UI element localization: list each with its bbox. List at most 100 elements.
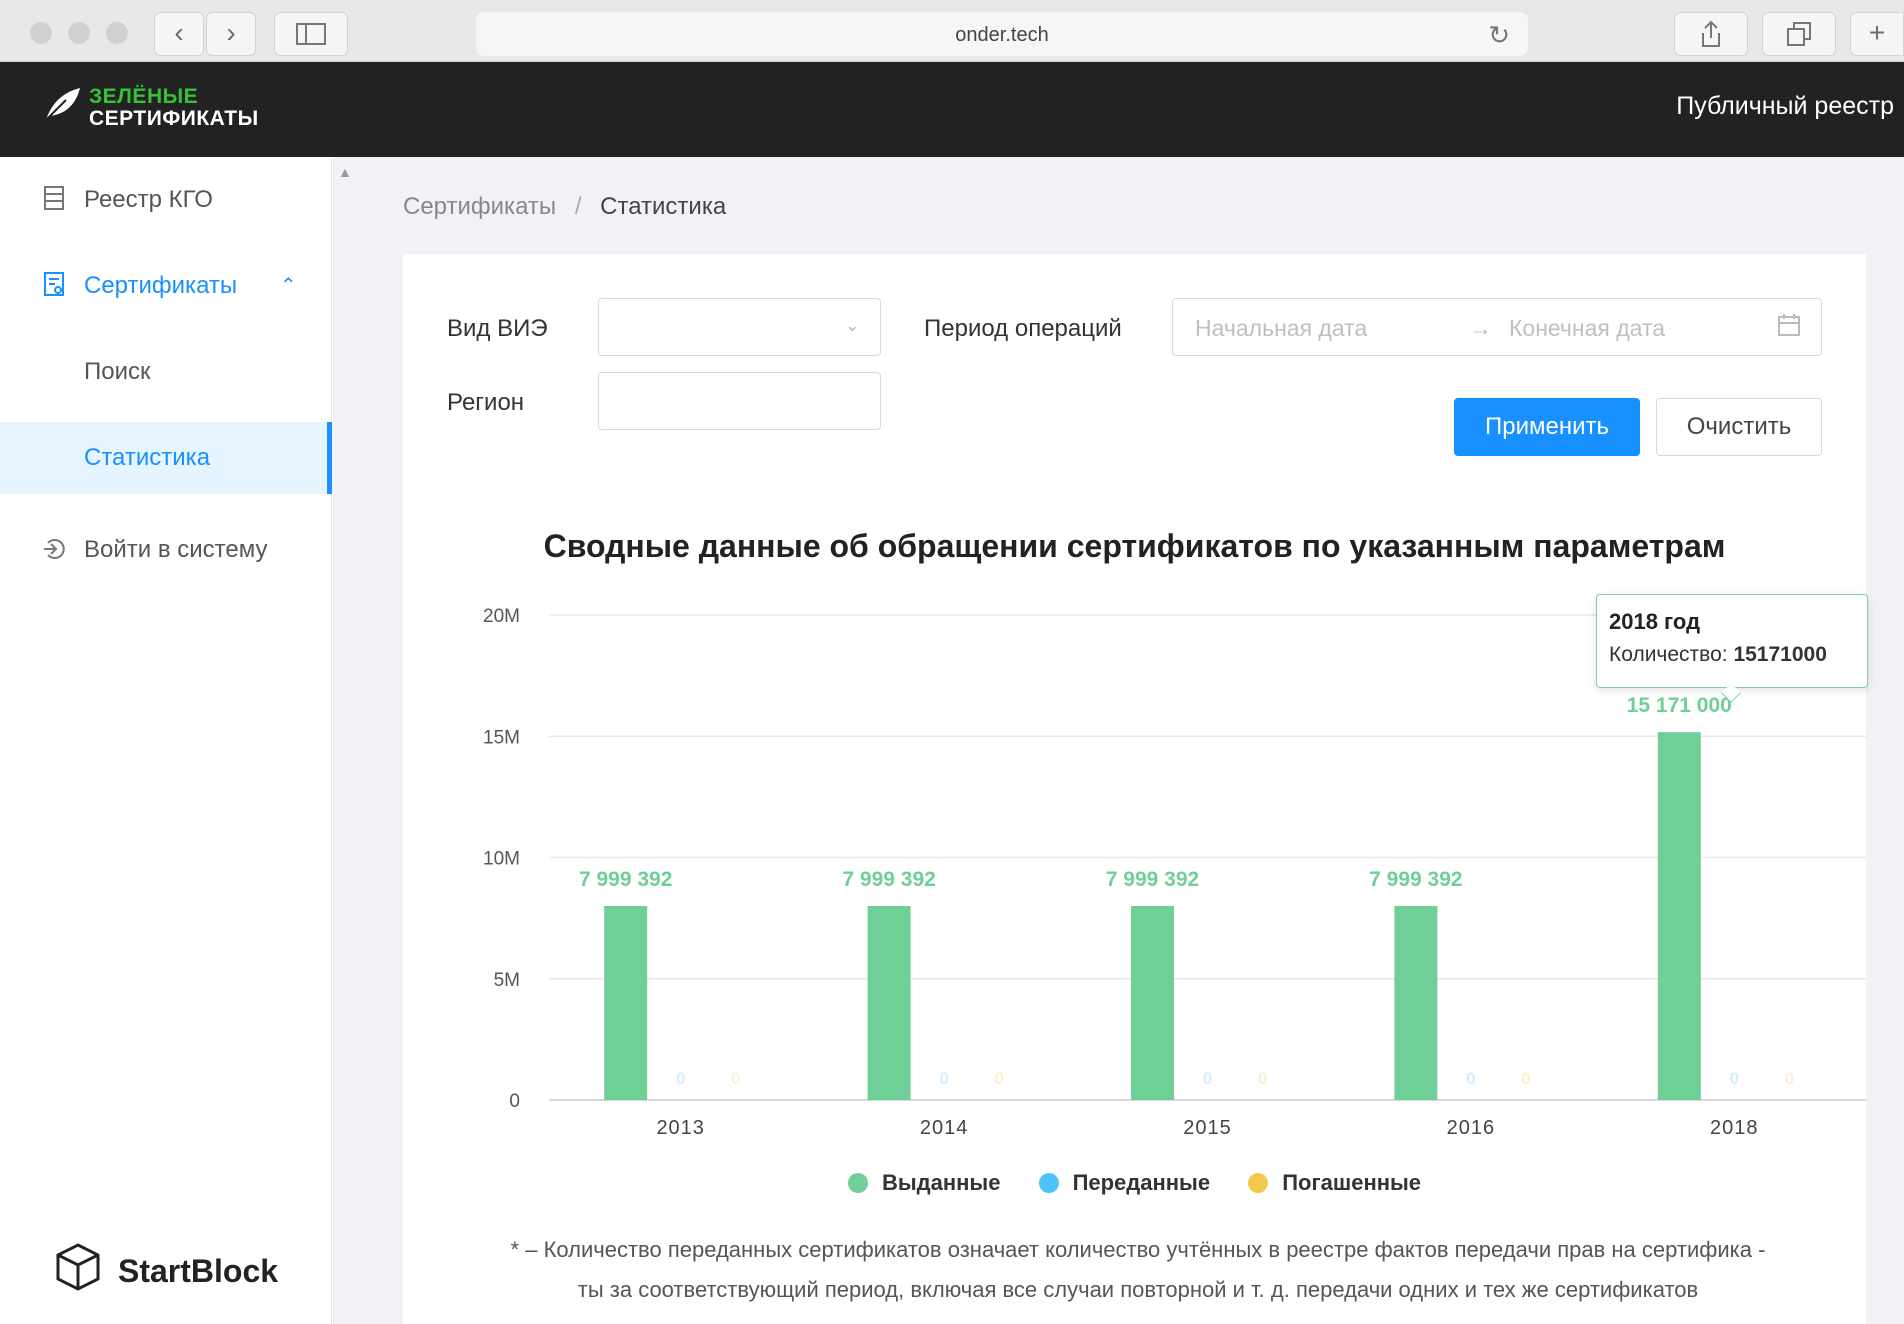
app-header: ЗЕЛЁНЫЕ СЕРТИФИКАТЫ Публичный реестр — [0, 62, 1904, 157]
legend-label: Выданные — [881, 1170, 1001, 1195]
breadcrumb-separator: / — [574, 193, 582, 220]
y-tick-label: 20M — [483, 606, 520, 627]
y-tick-label: 10M — [483, 849, 520, 870]
back-button[interactable]: ‹ — [154, 12, 204, 56]
region-input[interactable] — [598, 372, 881, 430]
data-label: 0 — [939, 1069, 948, 1088]
data-label: 0 — [994, 1069, 1003, 1088]
chart-bar — [1394, 906, 1438, 1100]
legend-item-transferred[interactable]: Переданные — [1038, 1170, 1211, 1196]
window-zoom-button[interactable] — [106, 22, 128, 44]
logo-text-white: СЕРТИФИКАТЫ — [89, 107, 259, 130]
chart-bar — [604, 906, 648, 1100]
plus-icon: + — [1868, 17, 1886, 48]
footnote: * – Количество переданных сертификатов о… — [433, 1230, 1843, 1310]
x-tick-label: 2014 — [920, 1117, 969, 1139]
clear-button[interactable]: Очистить — [1656, 398, 1822, 456]
chart-bar — [867, 906, 911, 1100]
footnote-line: ты за соответствующий период, включая вс… — [577, 1277, 1699, 1302]
legend-item-redeemed[interactable]: Погашенные — [1248, 1170, 1421, 1196]
chevron-up-icon: ⌃ — [280, 275, 297, 297]
start-date-input[interactable]: Начальная дата — [1195, 315, 1367, 342]
data-label: 7 999 392 — [579, 868, 672, 891]
new-tab-button[interactable]: + — [1850, 12, 1904, 56]
legend-item-issued[interactable]: Выданные — [847, 1170, 1001, 1196]
scroll-up-icon[interactable]: ▲ — [338, 164, 352, 180]
data-label: 0 — [676, 1069, 685, 1088]
data-label: 0 — [1785, 1069, 1794, 1088]
share-icon — [1702, 20, 1720, 47]
tooltip-title: 2018 год — [1609, 609, 1701, 634]
sidebar-item-label: Реестр КГО — [84, 186, 213, 213]
legend-dot-icon — [1038, 1173, 1059, 1193]
tooltip-value: 15171000 — [1733, 643, 1827, 666]
data-label: 0 — [1203, 1069, 1212, 1088]
chart-legend: Выданные Переданные Погашенные — [403, 1170, 1866, 1196]
tooltip-row: Количество: 15171000 — [1609, 643, 1855, 667]
window-minimize-button[interactable] — [68, 22, 90, 44]
chart-bar — [1131, 906, 1174, 1100]
legend-label: Переданные — [1072, 1170, 1211, 1195]
range-arrow-icon: → — [1469, 315, 1492, 341]
calendar-icon — [1778, 314, 1800, 336]
type-label: Вид ВИЭ — [447, 315, 548, 342]
share-button[interactable] — [1674, 12, 1748, 56]
tooltip-label: Количество: — [1609, 643, 1728, 666]
end-date-input[interactable]: Конечная дата — [1509, 315, 1665, 342]
sidebar-item-statistics[interactable]: Статистика — [0, 422, 332, 494]
registry-icon — [40, 164, 68, 236]
data-label: 7 999 392 — [842, 868, 935, 891]
sidebar-toggle-icon — [296, 23, 326, 45]
data-label: 0 — [1466, 1069, 1475, 1088]
data-label: 0 — [1521, 1069, 1530, 1088]
apply-button[interactable]: Применить — [1454, 398, 1640, 456]
chart-title: Сводные данные об обращении сертификатов… — [543, 528, 1726, 564]
breadcrumb: Сертификаты / Статистика — [403, 193, 726, 221]
legend-dot-icon — [847, 1173, 868, 1193]
logo-text-green: ЗЕЛЁНЫЕ — [89, 85, 199, 108]
breadcrumb-parent[interactable]: Сертификаты — [403, 193, 556, 220]
chart-tooltip: 2018 год Количество: 15171000 — [1596, 594, 1868, 688]
sidebar-item-certificates[interactable]: Сертификаты ⌃ — [0, 250, 332, 322]
chart-bar — [1657, 732, 1701, 1100]
data-label: 15 171 000 — [1627, 694, 1732, 717]
startblock-logo-icon — [56, 1243, 100, 1291]
window-close-button[interactable] — [30, 22, 52, 44]
browser-toolbar: ‹ › onder.tech ↻ + — [0, 0, 1904, 62]
data-label: 0 — [1730, 1069, 1739, 1088]
sidebar-item-search[interactable]: Поиск — [0, 336, 332, 408]
type-select[interactable]: ⌄ — [598, 298, 881, 356]
legend-dot-icon — [1248, 1173, 1269, 1193]
address-bar[interactable]: onder.tech ↻ — [476, 12, 1528, 56]
region-label: Регион — [447, 389, 525, 416]
tabs-button[interactable] — [1762, 12, 1836, 56]
leaf-icon — [45, 88, 80, 121]
period-label: Период операций — [924, 315, 1122, 342]
y-tick-label: 0 — [509, 1091, 520, 1112]
sidebar-item-login[interactable]: Войти в систему — [0, 514, 332, 586]
public-registry-link[interactable]: Публичный реестр — [1676, 92, 1894, 121]
sidebar-item-registry[interactable]: Реестр КГО — [0, 164, 332, 236]
data-label: 0 — [1258, 1069, 1267, 1088]
date-range-picker[interactable]: Начальная дата → Конечная дата — [1172, 298, 1822, 356]
x-tick-label: 2016 — [1447, 1117, 1496, 1139]
x-tick-label: 2013 — [656, 1117, 705, 1139]
data-label: 7 999 392 — [1369, 868, 1462, 891]
footnote-line: * – Количество переданных сертификатов о… — [510, 1237, 1766, 1262]
breadcrumb-current: Статистика — [600, 193, 727, 220]
login-icon — [40, 514, 68, 586]
legend-label: Погашенные — [1282, 1170, 1422, 1195]
sidebar-item-label: Поиск — [84, 358, 151, 385]
x-tick-label: 2018 — [1710, 1117, 1759, 1139]
forward-button[interactable]: › — [206, 12, 256, 56]
sidebar-toggle-button[interactable] — [274, 12, 348, 56]
data-label: 7 999 392 — [1106, 868, 1199, 891]
sidebar-item-label: Статистика — [84, 444, 211, 471]
x-tick-label: 2015 — [1183, 1117, 1232, 1139]
reload-icon[interactable]: ↻ — [1488, 12, 1510, 58]
sidebar: Реестр КГО Сертификаты ⌃ Поиск Статистик… — [0, 157, 332, 1324]
url-text: onder.tech — [955, 24, 1049, 46]
sidebar-item-label: Сертификаты — [84, 272, 238, 299]
startblock-brand: StartBlock — [118, 1253, 279, 1289]
certificate-icon — [40, 250, 68, 322]
